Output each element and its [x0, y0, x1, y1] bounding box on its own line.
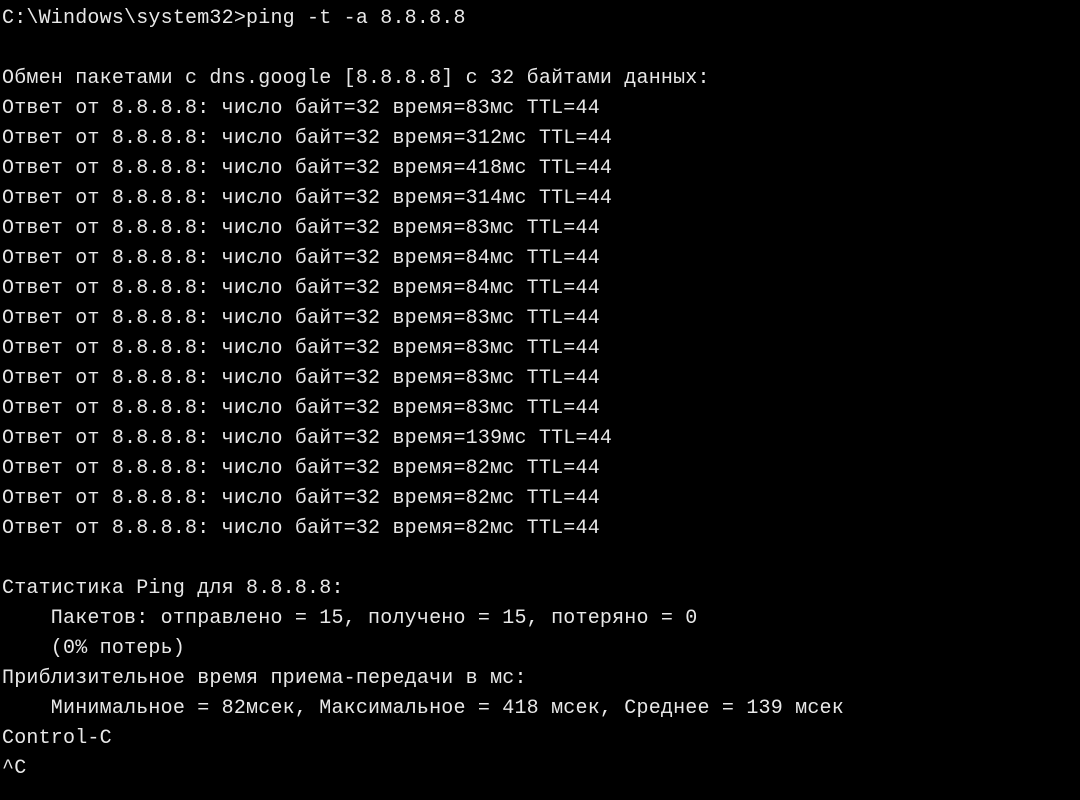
stats-loss: (0% потерь) [2, 637, 185, 660]
reply-line: Ответ от 8.8.8.8: число байт=32 время=83… [2, 337, 600, 360]
stats-rtt-header: Приблизительное время приема-передачи в … [2, 667, 527, 690]
reply-line: Ответ от 8.8.8.8: число байт=32 время=82… [2, 517, 600, 540]
reply-line: Ответ от 8.8.8.8: число байт=32 время=83… [2, 97, 600, 120]
prompt-command: ping -t -a 8.8.8.8 [246, 7, 466, 30]
exchange-header: Обмен пакетами с dns.google [8.8.8.8] с … [2, 67, 710, 90]
reply-line: Ответ от 8.8.8.8: число байт=32 время=13… [2, 427, 612, 450]
terminal-output[interactable]: C:\Windows\system32>ping -t -a 8.8.8.8 О… [0, 0, 1080, 788]
interrupt-caret: ^C [2, 757, 26, 780]
reply-line: Ответ от 8.8.8.8: число байт=32 время=82… [2, 487, 600, 510]
reply-line: Ответ от 8.8.8.8: число байт=32 время=84… [2, 277, 600, 300]
reply-line: Ответ от 8.8.8.8: число байт=32 время=41… [2, 157, 612, 180]
prompt-path: C:\Windows\system32> [2, 7, 246, 30]
stats-packets: Пакетов: отправлено = 15, получено = 15,… [2, 607, 698, 630]
reply-line: Ответ от 8.8.8.8: число байт=32 время=82… [2, 457, 600, 480]
prompt-line: C:\Windows\system32>ping -t -a 8.8.8.8 [2, 7, 466, 30]
reply-line: Ответ от 8.8.8.8: число байт=32 время=83… [2, 307, 600, 330]
interrupt-name: Control-C [2, 727, 112, 750]
reply-line: Ответ от 8.8.8.8: число байт=32 время=83… [2, 397, 600, 420]
reply-line: Ответ от 8.8.8.8: число байт=32 время=31… [2, 127, 612, 150]
stats-rtt-values: Минимальное = 82мсек, Максимальное = 418… [2, 697, 844, 720]
reply-line: Ответ от 8.8.8.8: число байт=32 время=83… [2, 367, 600, 390]
reply-line: Ответ от 8.8.8.8: число байт=32 время=84… [2, 247, 600, 270]
reply-line: Ответ от 8.8.8.8: число байт=32 время=83… [2, 217, 600, 240]
stats-header: Статистика Ping для 8.8.8.8: [2, 577, 344, 600]
reply-line: Ответ от 8.8.8.8: число байт=32 время=31… [2, 187, 612, 210]
